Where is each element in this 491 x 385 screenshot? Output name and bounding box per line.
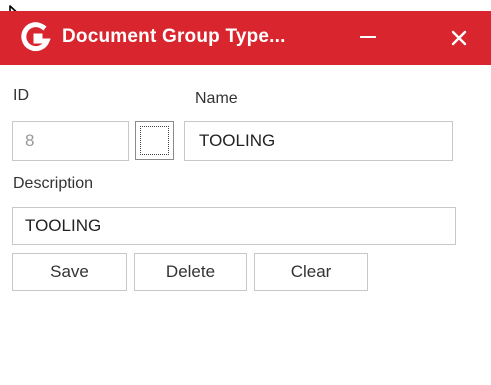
save-button[interactable]: Save bbox=[12, 253, 127, 291]
id-field: 8 bbox=[12, 121, 129, 161]
app-logo-icon bbox=[21, 22, 51, 52]
description-label: Description bbox=[13, 175, 94, 192]
delete-button[interactable]: Delete bbox=[134, 253, 247, 291]
name-label: Name bbox=[195, 90, 238, 107]
focus-rectangle bbox=[140, 126, 169, 155]
window-title: Document Group Type... bbox=[62, 26, 286, 47]
description-field[interactable]: TOOLING bbox=[12, 207, 456, 245]
name-field[interactable]: TOOLING bbox=[184, 121, 453, 161]
lookup-picker-button[interactable] bbox=[135, 121, 174, 160]
clear-button[interactable]: Clear bbox=[254, 253, 368, 291]
minimize-icon[interactable] bbox=[360, 36, 376, 38]
id-label: ID bbox=[13, 87, 29, 104]
close-icon[interactable] bbox=[451, 30, 467, 46]
